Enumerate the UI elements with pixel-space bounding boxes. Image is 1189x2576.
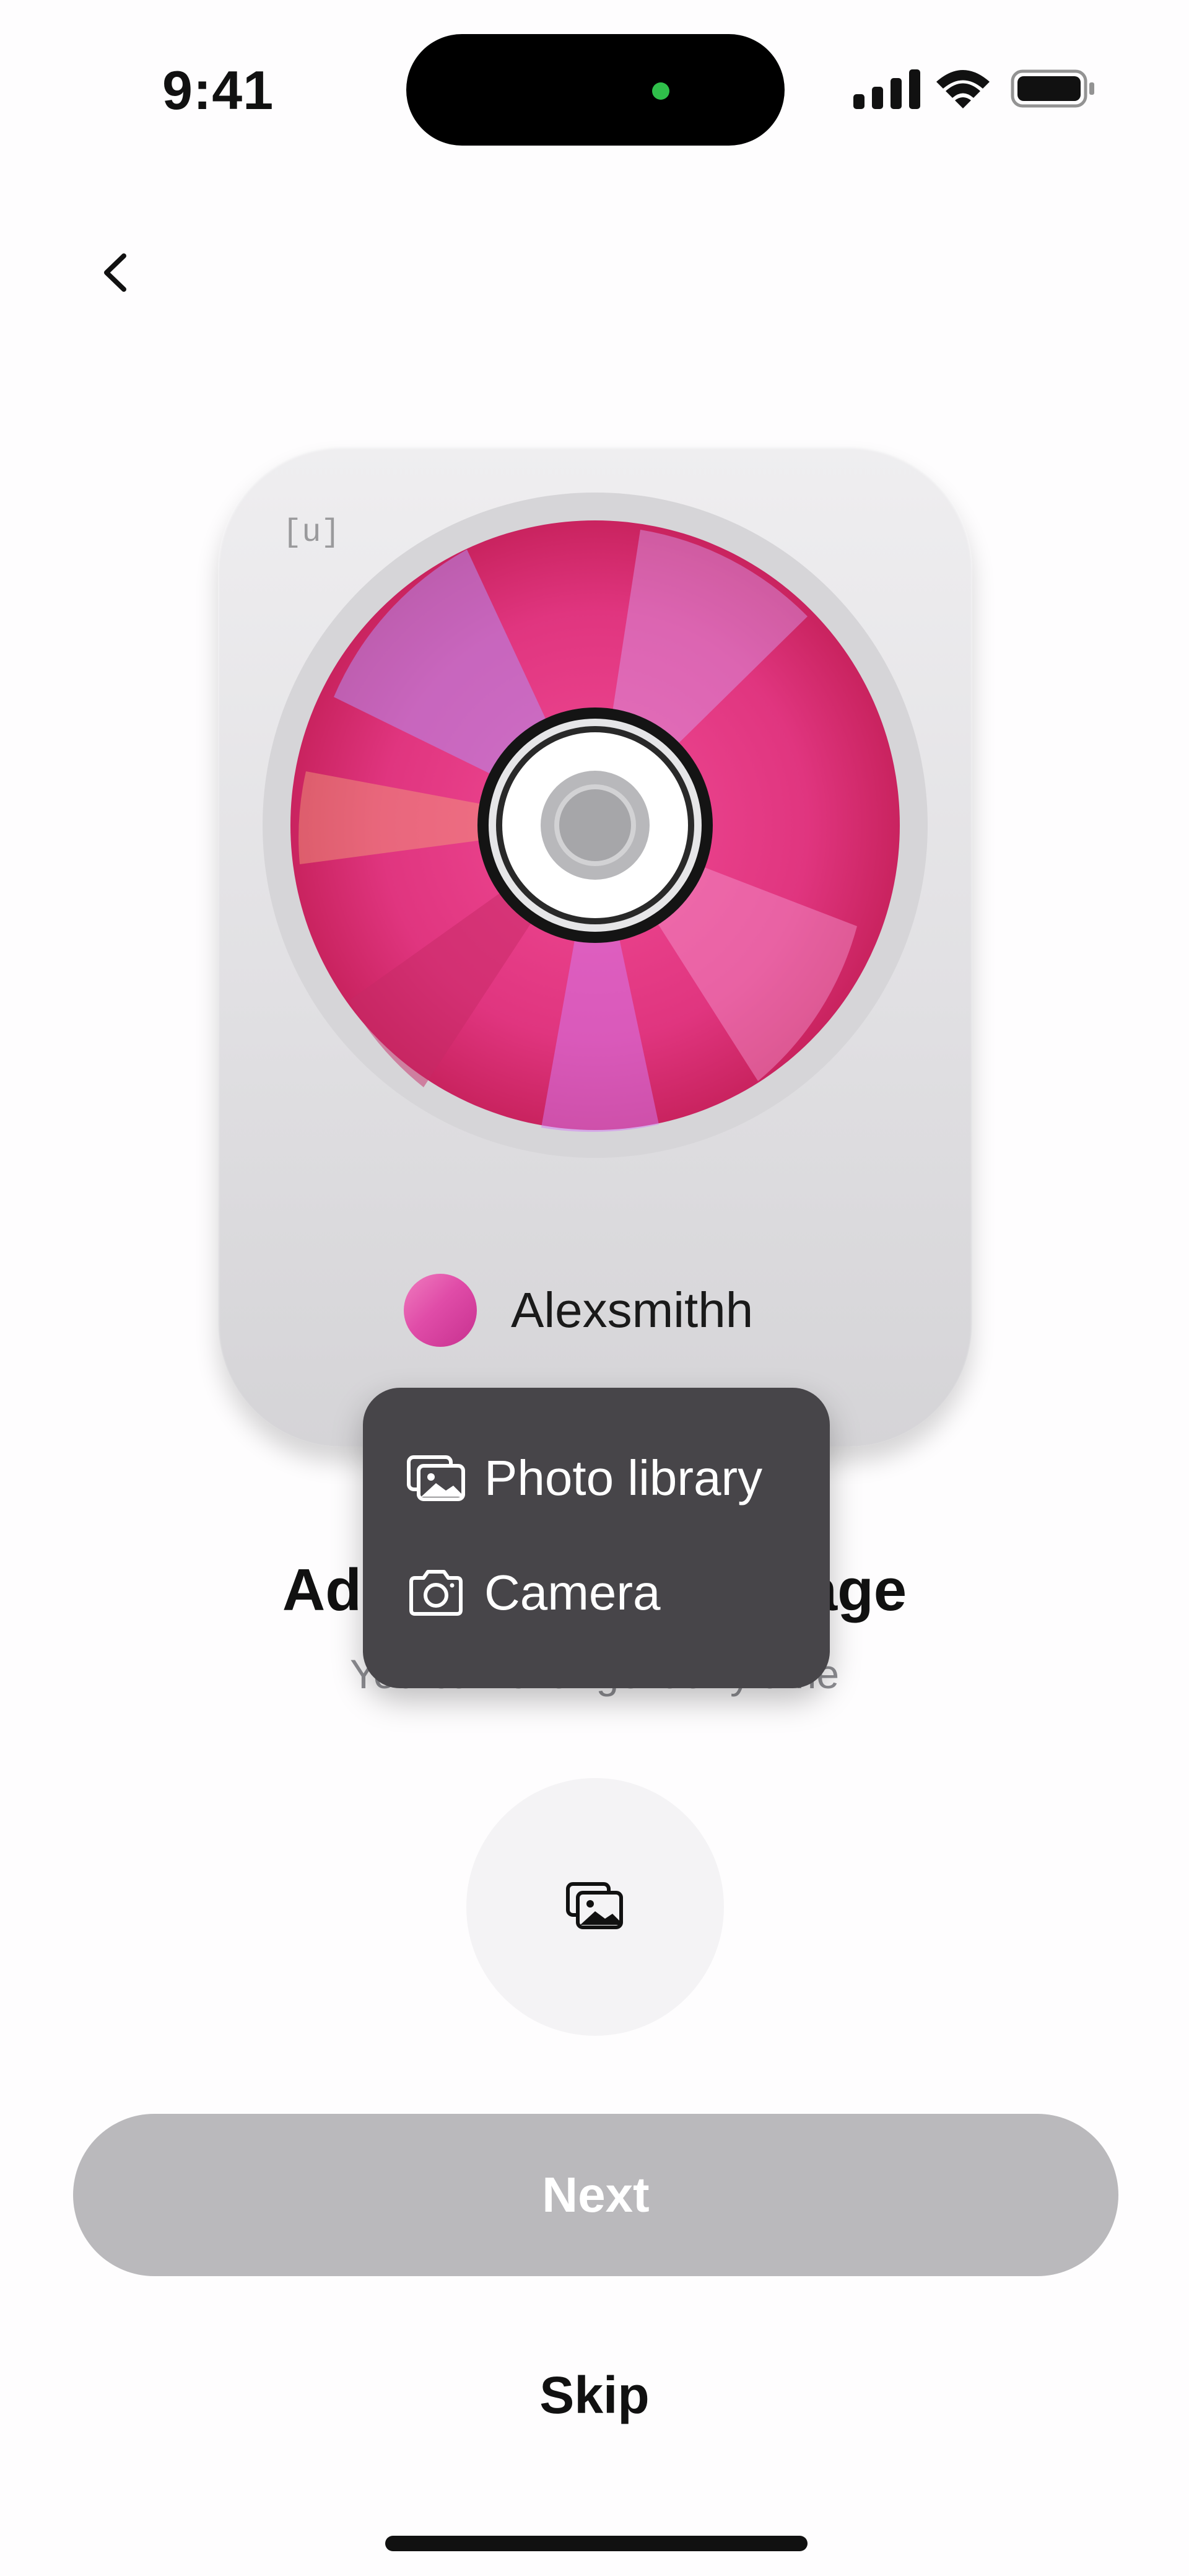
menu-item-camera[interactable]: Camera <box>405 1564 661 1621</box>
next-button[interactable]: Next <box>73 2114 1118 2276</box>
cd-disc-image <box>263 493 928 1158</box>
status-time: 9:41 <box>162 59 274 121</box>
owner-chip: Alexsmithh <box>404 1273 753 1347</box>
status-icons <box>851 67 1099 113</box>
wifi-icon <box>936 70 990 108</box>
owner-name: Alexsmithh <box>511 1282 754 1338</box>
camera-indicator-icon <box>652 82 669 100</box>
photo-library-icon <box>565 1882 625 1934</box>
skip-button[interactable]: Skip <box>0 2365 1189 2425</box>
photo-library-icon <box>405 1453 467 1503</box>
menu-item-label: Camera <box>484 1565 661 1620</box>
menu-item-label: Photo library <box>484 1450 763 1505</box>
avatar <box>404 1274 477 1347</box>
back-button[interactable] <box>93 245 136 300</box>
home-indicator <box>385 2536 808 2551</box>
camera-icon <box>405 1568 467 1618</box>
cover-card: [u] Alexsmithh <box>218 446 972 1447</box>
cellular-signal-icon <box>853 69 920 109</box>
card-tag: [u] <box>282 514 341 551</box>
upload-image-button[interactable] <box>466 1778 724 2036</box>
image-source-menu: Photo library Camera <box>363 1388 830 1688</box>
menu-item-photo-library[interactable]: Photo library <box>405 1450 762 1507</box>
chevron-left-icon <box>104 253 126 292</box>
dynamic-island <box>406 34 785 146</box>
battery-icon <box>1011 69 1094 108</box>
